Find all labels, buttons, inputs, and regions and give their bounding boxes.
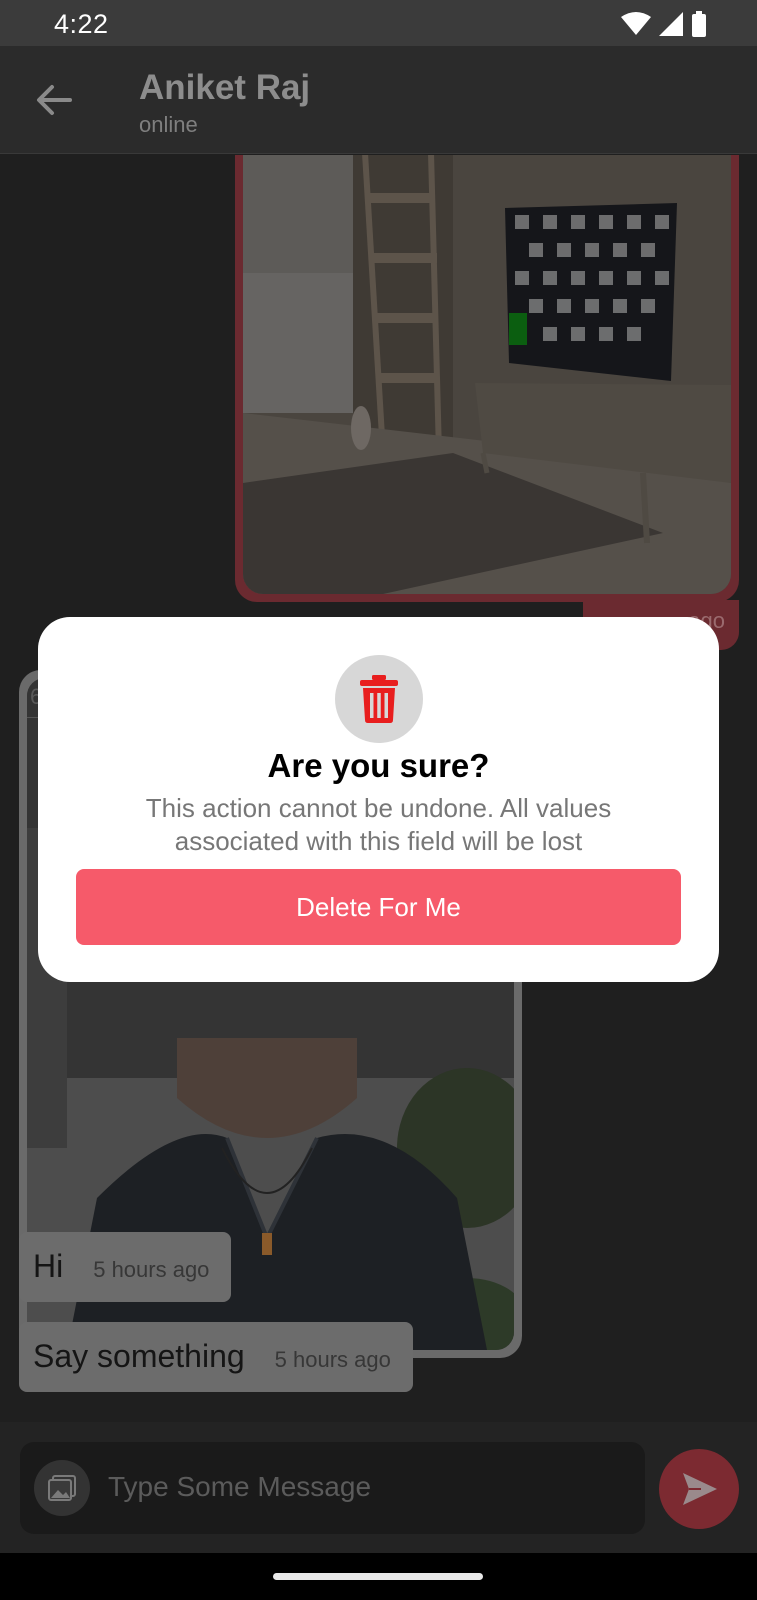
message-text: Say something: [33, 1338, 245, 1374]
chat-header: Aniket Raj online: [0, 46, 757, 154]
contact-name[interactable]: Aniket Raj: [139, 68, 310, 108]
text-message[interactable]: Say something 5 hours ago: [19, 1322, 413, 1392]
sent-image-message[interactable]: [235, 155, 739, 602]
status-bar: 4:22: [0, 0, 757, 46]
send-icon: [683, 1473, 717, 1505]
status-icons: [621, 11, 707, 37]
dialog-title: Are you sure?: [267, 747, 490, 784]
send-button[interactable]: [659, 1449, 739, 1529]
message-composer: Type Some Message: [0, 1422, 757, 1553]
image-icon: [48, 1475, 76, 1501]
attach-image-button[interactable]: [34, 1460, 90, 1516]
dialog-icon-circle: [335, 655, 423, 743]
wifi-icon: [621, 12, 651, 35]
delete-for-me-button[interactable]: Delete For Me: [76, 869, 681, 945]
home-gesture-handle[interactable]: [273, 1573, 483, 1580]
message-time: 5 hours ago: [274, 1347, 391, 1372]
trash-icon: [360, 675, 398, 723]
message-input[interactable]: Type Some Message: [20, 1442, 645, 1534]
signal-icon: [659, 12, 683, 36]
battery-icon: [692, 11, 706, 37]
dialog-message: This action cannot be undone. All values…: [145, 793, 612, 856]
status-time: 4:22: [54, 9, 109, 39]
message-time: 5 hours ago: [93, 1257, 210, 1282]
message-text: Hi: [33, 1248, 64, 1284]
text-message[interactable]: Hi 5 hours ago: [19, 1232, 232, 1302]
back-arrow-icon[interactable]: [30, 76, 78, 124]
delete-confirm-dialog: Are you sure? This action cannot be undo…: [38, 617, 719, 982]
input-placeholder: Type Some Message: [108, 1471, 372, 1502]
room-photo: [243, 155, 731, 594]
chat-screen: 4:22 Aniket Raj online ago 6 Hi 5 hours …: [0, 0, 757, 1600]
navigation-bar: [0, 1553, 757, 1600]
contact-status: online: [139, 112, 198, 137]
